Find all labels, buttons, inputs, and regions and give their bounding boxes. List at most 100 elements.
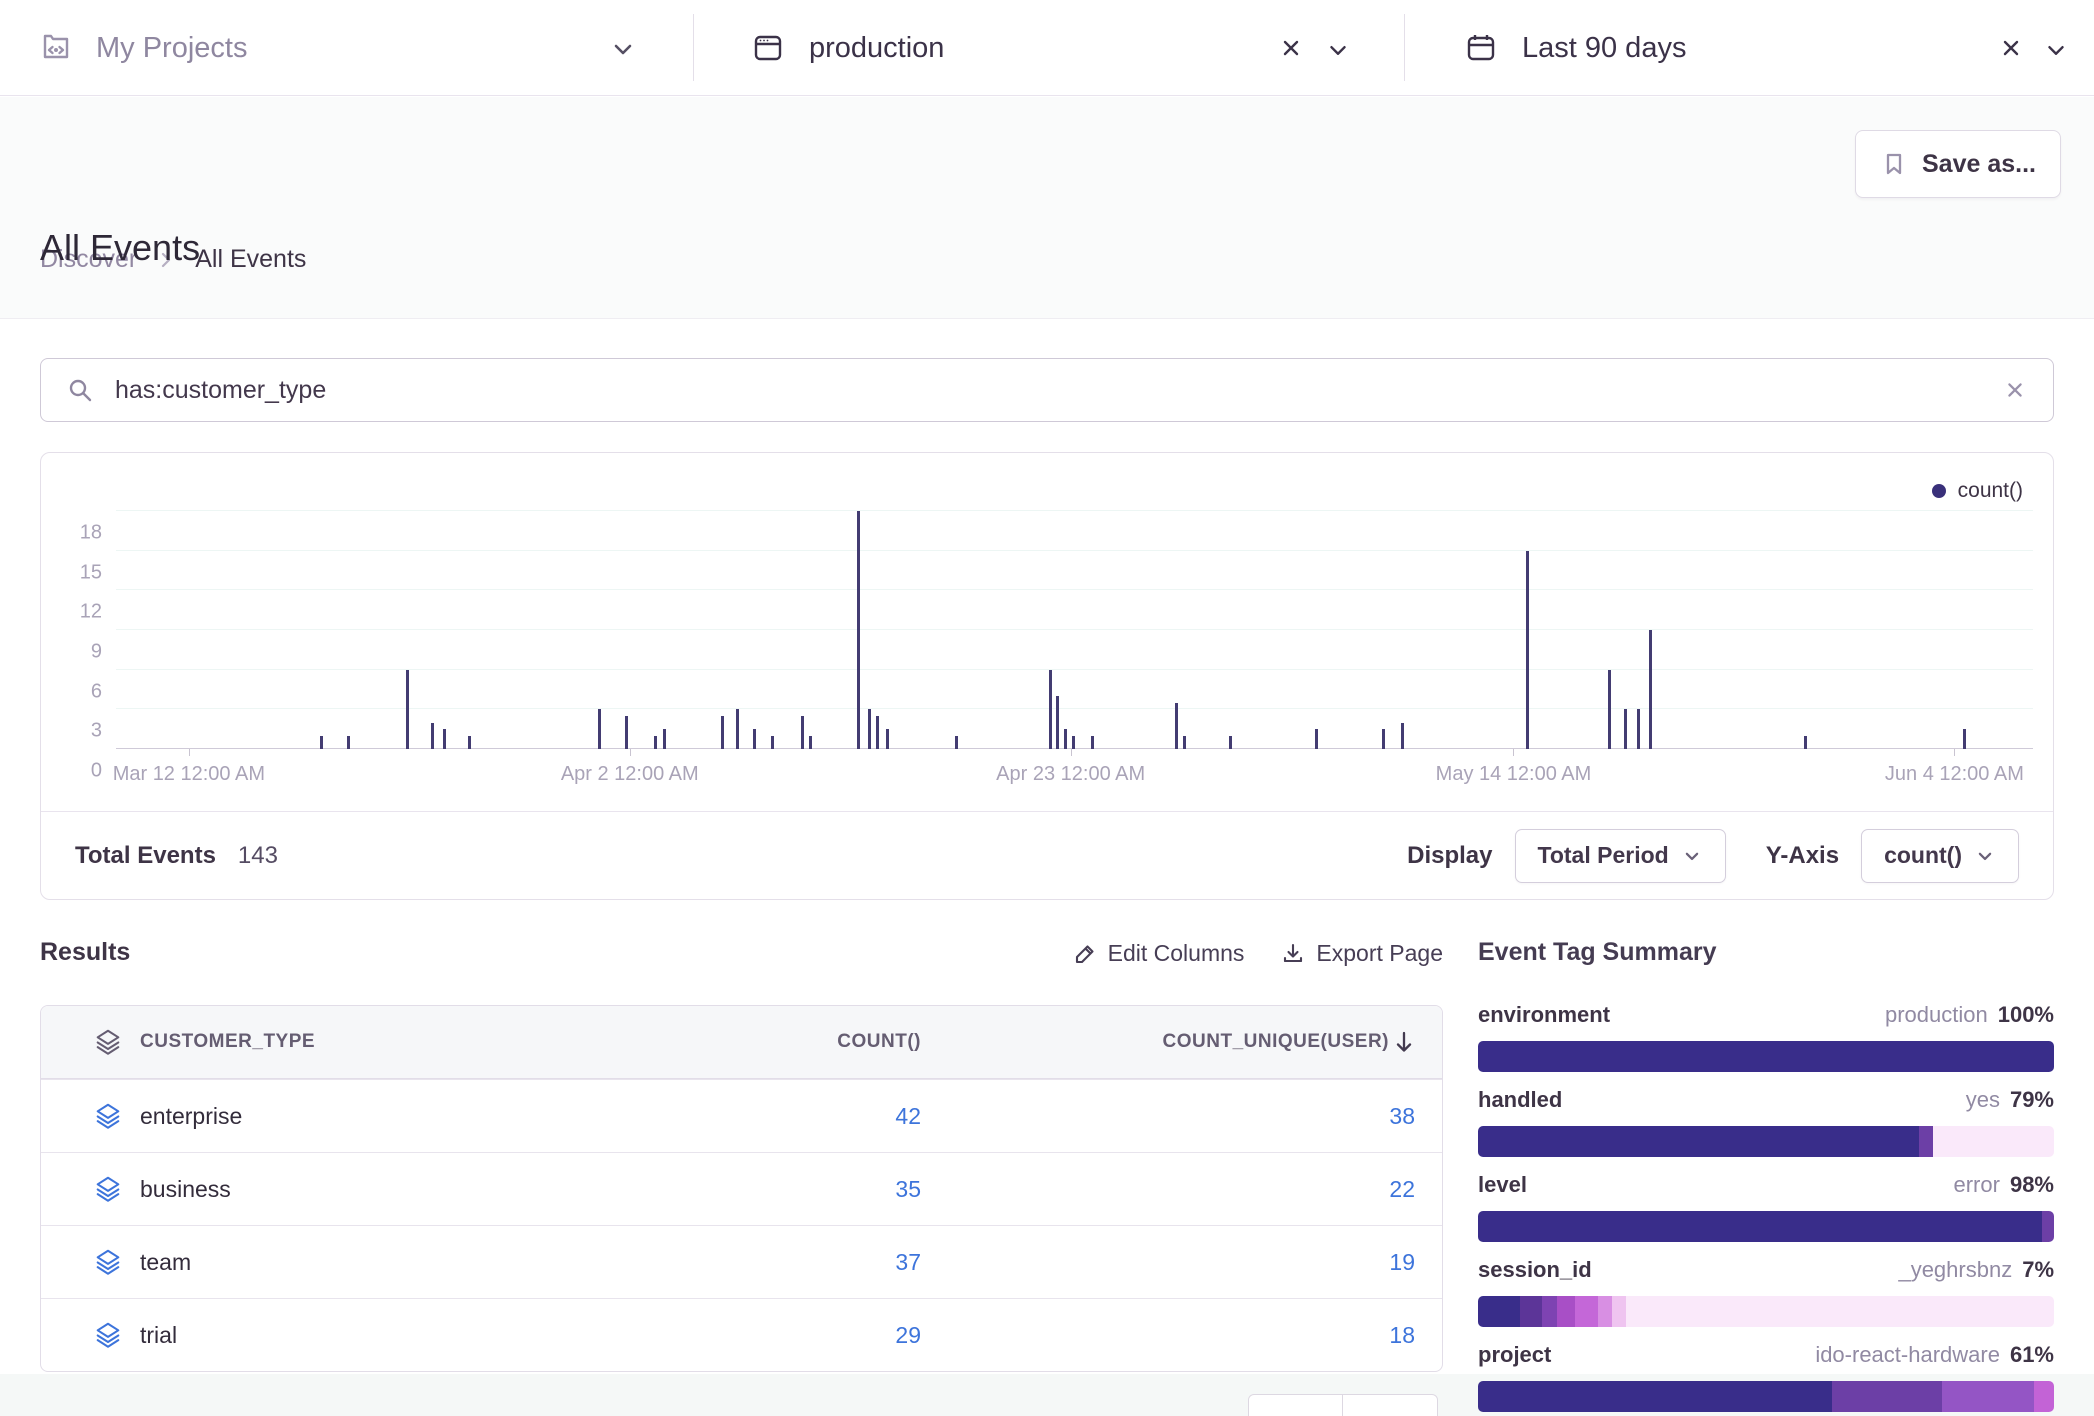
chart-bar[interactable] [801, 716, 804, 749]
column-header-customer-type[interactable]: CUSTOMER_TYPE [140, 1031, 681, 1053]
tag-bar-segment[interactable] [1478, 1126, 1919, 1157]
chart-bar[interactable] [1382, 729, 1385, 749]
chart-bar[interactable] [886, 729, 889, 749]
environment-chevron-down-icon[interactable] [1324, 36, 1352, 64]
tag-bar-segment[interactable] [1933, 1126, 2054, 1157]
discover-page: My Projects production [0, 0, 2094, 1416]
chart-bar[interactable] [1091, 736, 1094, 749]
chart-bar[interactable] [1963, 729, 1966, 749]
projects-chevron-down-icon[interactable] [608, 34, 638, 64]
daterange-selector[interactable]: Last 90 days [1462, 0, 1686, 96]
tag-bar-segment[interactable] [1478, 1296, 1520, 1327]
environment-selector[interactable]: production [749, 0, 944, 96]
tag-bar-segment[interactable] [1832, 1381, 1941, 1412]
chart-bar[interactable] [1229, 736, 1232, 749]
x-axis-tick [1071, 749, 1072, 756]
export-page-button[interactable]: Export Page [1280, 940, 1443, 967]
chart-bar[interactable] [347, 736, 350, 749]
cell-count-unique[interactable]: 22 [921, 1176, 1415, 1203]
tag-bar-segment[interactable] [1575, 1296, 1598, 1327]
chart-bar[interactable] [1056, 696, 1059, 749]
tag-bar-segment[interactable] [1626, 1296, 2054, 1327]
save-as-button[interactable]: Save as... [1855, 130, 2061, 198]
cell-count-unique[interactable]: 19 [921, 1249, 1415, 1276]
previous-page-button[interactable] [1248, 1394, 1343, 1416]
stack-icon[interactable] [76, 1320, 140, 1350]
chart-bar[interactable] [406, 670, 409, 749]
gridline: 18 [116, 510, 2033, 511]
chart-bar[interactable] [1175, 703, 1178, 749]
tag-name: level [1478, 1172, 1527, 1198]
topbar-divider [693, 14, 694, 81]
tag-bar-segment[interactable] [1478, 1041, 2054, 1072]
chart-bar[interactable] [955, 736, 958, 749]
x-axis-tick-label: Apr 23 12:00 AM [996, 763, 1145, 786]
chart-bar[interactable] [431, 723, 434, 749]
chart-bar[interactable] [1649, 630, 1652, 749]
chart-bar[interactable] [625, 716, 628, 749]
chart-bar[interactable] [1049, 670, 1052, 749]
search-input[interactable] [115, 376, 1981, 405]
chart-bar[interactable] [1637, 709, 1640, 749]
tag-bar [1478, 1296, 2054, 1327]
chart-bar[interactable] [1624, 709, 1627, 749]
chart-bar[interactable] [320, 736, 323, 749]
events-chart-panel: count() 0369121518Mar 12 12:00 AMApr 2 1… [40, 452, 2054, 900]
project-selector[interactable]: My Projects [38, 0, 247, 96]
chart-bar[interactable] [443, 729, 446, 749]
daterange-chevron-down-icon[interactable] [2042, 36, 2070, 64]
chart-bar[interactable] [1072, 736, 1075, 749]
tag-bar-segment[interactable] [1557, 1296, 1575, 1327]
daterange-clear-icon[interactable] [1996, 33, 2026, 63]
tag-bar-segment[interactable] [1942, 1381, 2034, 1412]
tag-bar-segment[interactable] [1542, 1296, 1558, 1327]
chart-bar[interactable] [1608, 670, 1611, 749]
display-select-value: Total Period [1538, 842, 1669, 869]
chart-bar[interactable] [721, 716, 724, 749]
total-events-label: Total Events [75, 842, 216, 870]
chart-bar[interactable] [876, 716, 879, 749]
stack-icon[interactable] [76, 1174, 140, 1204]
chart-bar[interactable] [663, 729, 666, 749]
chart-bar[interactable] [1804, 736, 1807, 749]
chart-bar[interactable] [753, 729, 756, 749]
gridline: 6 [116, 669, 2033, 670]
cell-count-unique[interactable]: 18 [921, 1322, 1415, 1349]
chart-bar[interactable] [468, 736, 471, 749]
search-clear-icon[interactable] [2001, 376, 2029, 404]
next-page-button[interactable] [1343, 1394, 1438, 1416]
edit-columns-button[interactable]: Edit Columns [1072, 940, 1245, 967]
cell-count[interactable]: 42 [681, 1103, 921, 1130]
tag-bar-segment[interactable] [1478, 1381, 1832, 1412]
chart-bar[interactable] [736, 709, 739, 749]
tag-bar-segment[interactable] [2034, 1381, 2054, 1412]
tag-bar-segment[interactable] [1919, 1126, 1933, 1157]
column-header-count[interactable]: COUNT() [681, 1031, 921, 1053]
chart-bar[interactable] [857, 511, 860, 749]
chart-bar[interactable] [868, 709, 871, 749]
chart-bar[interactable] [771, 736, 774, 749]
stack-icon[interactable] [76, 1101, 140, 1131]
cell-count[interactable]: 29 [681, 1322, 921, 1349]
chart-bar[interactable] [654, 736, 657, 749]
chart-bar[interactable] [1526, 551, 1529, 749]
cell-count[interactable]: 37 [681, 1249, 921, 1276]
chart-bar[interactable] [598, 709, 601, 749]
chart-bar[interactable] [809, 736, 812, 749]
tag-bar-segment[interactable] [1520, 1296, 1542, 1327]
tag-bar-segment[interactable] [2042, 1211, 2054, 1242]
cell-count-unique[interactable]: 38 [921, 1103, 1415, 1130]
chart-bar[interactable] [1064, 729, 1067, 749]
chart-bar[interactable] [1183, 736, 1186, 749]
chart-bar[interactable] [1401, 723, 1404, 749]
environment-clear-icon[interactable] [1276, 33, 1306, 63]
yaxis-select[interactable]: count() [1861, 829, 2019, 883]
stack-icon[interactable] [76, 1247, 140, 1277]
display-select[interactable]: Total Period [1515, 829, 1726, 883]
tag-bar-segment[interactable] [1612, 1296, 1626, 1327]
tag-bar-segment[interactable] [1598, 1296, 1612, 1327]
cell-count[interactable]: 35 [681, 1176, 921, 1203]
column-header-count-unique[interactable]: COUNT_UNIQUE(USER) [921, 1030, 1415, 1054]
chart-bar[interactable] [1315, 729, 1318, 749]
tag-bar-segment[interactable] [1478, 1211, 2042, 1242]
